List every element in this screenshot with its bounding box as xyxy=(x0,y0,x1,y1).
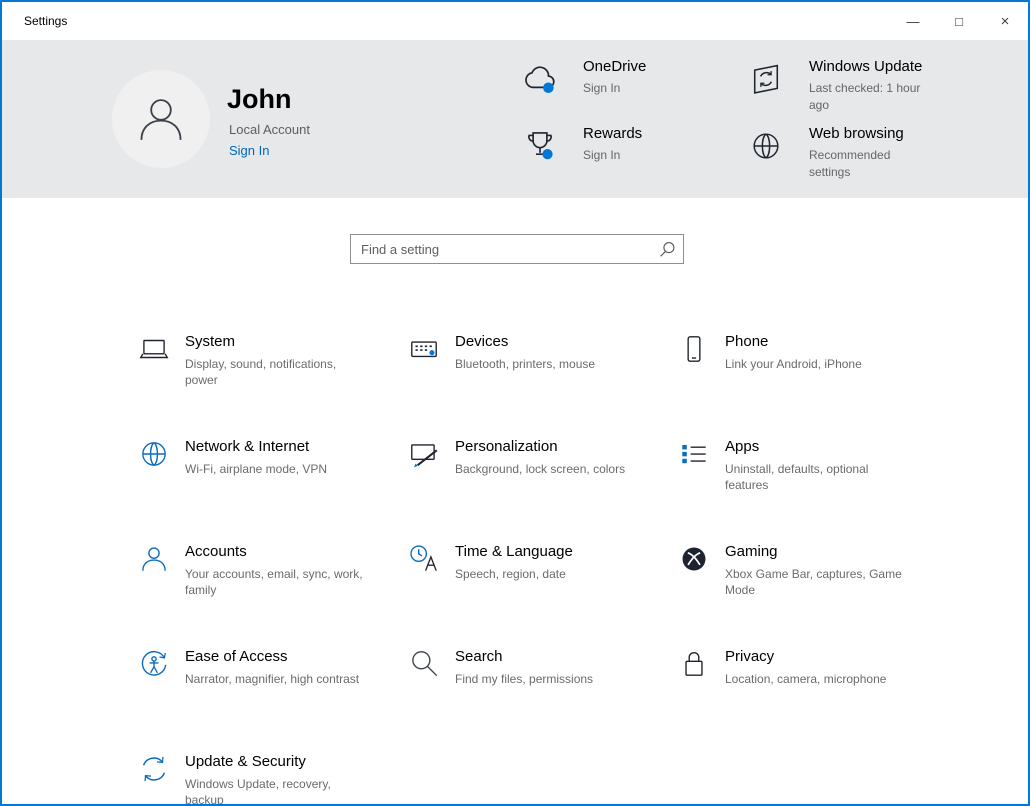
category-title: Gaming xyxy=(725,543,778,560)
quick-link-status: Sign In xyxy=(583,81,621,95)
category-title: Phone xyxy=(725,333,769,350)
category-gaming[interactable]: Gaming Xbox Game Bar, captures, Game Mod… xyxy=(677,534,947,639)
category-title: System xyxy=(185,333,236,350)
category-title: Devices xyxy=(455,333,509,350)
quick-link-web-browsing[interactable]: Web browsing Recommended settings xyxy=(740,125,921,181)
category-devices[interactable]: Devices Bluetooth, printers, mouse xyxy=(407,324,677,429)
find-a-setting-search xyxy=(350,234,684,264)
category-subtitle: Wi-Fi, airplane mode, VPN xyxy=(185,462,328,476)
title-bar: Settings — □ × xyxy=(2,2,1028,40)
category-subtitle: Bluetooth, printers, mouse xyxy=(455,357,596,371)
category-subtitle: Windows Update, recovery, backup xyxy=(185,777,331,806)
category-title: Accounts xyxy=(185,543,247,560)
account-type-label: Local Account xyxy=(229,122,310,137)
category-network-internet[interactable]: Network & Internet Wi-Fi, airplane mode,… xyxy=(137,429,407,534)
quick-link-rewards[interactable]: Rewards Sign In xyxy=(514,125,642,167)
person-avatar-icon xyxy=(140,99,182,140)
onedrive-cloud-icon xyxy=(514,58,566,100)
category-personalization[interactable]: Personalization Background, lock screen,… xyxy=(407,429,677,534)
category-title: Time & Language xyxy=(455,543,573,560)
category-subtitle: Location, camera, microphone xyxy=(725,672,887,686)
category-title: Ease of Access xyxy=(185,648,288,665)
category-subtitle: Display, sound, notifications, power xyxy=(185,357,337,387)
category-subtitle: Your accounts, email, sync, work, family xyxy=(185,567,363,597)
system-icon xyxy=(137,332,171,366)
category-privacy[interactable]: Privacy Location, camera, microphone xyxy=(677,639,947,744)
apps-icon xyxy=(677,437,711,471)
quick-link-status: Recommended settings xyxy=(809,148,891,179)
close-button[interactable]: × xyxy=(982,2,1028,40)
category-update-security[interactable]: Update & Security Windows Update, recove… xyxy=(137,744,407,806)
category-subtitle: Uninstall, defaults, optional features xyxy=(725,462,869,492)
quick-link-title: Web browsing xyxy=(809,125,904,142)
category-title: Update & Security xyxy=(185,753,306,770)
category-title: Apps xyxy=(725,438,760,455)
category-subtitle: Narrator, magnifier, high contrast xyxy=(185,672,360,686)
windows-update-icon xyxy=(740,58,792,100)
quick-link-windows-update[interactable]: Windows Update Last checked: 1 hour ago xyxy=(740,58,922,114)
category-subtitle: Background, lock screen, colors xyxy=(455,462,626,476)
category-apps[interactable]: Apps Uninstall, defaults, optional featu… xyxy=(677,429,947,534)
privacy-lock-icon xyxy=(677,647,711,681)
quick-link-title: Windows Update xyxy=(809,58,923,75)
avatar xyxy=(112,70,210,168)
quick-link-title: OneDrive xyxy=(583,58,647,75)
accounts-person-icon xyxy=(137,542,171,576)
category-ease-of-access[interactable]: Ease of Access Narrator, magnifier, high… xyxy=(137,639,407,744)
update-security-sync-icon xyxy=(137,752,171,786)
settings-category-grid: System Display, sound, notifications, po… xyxy=(137,324,967,806)
window-title: Settings xyxy=(24,14,68,28)
category-subtitle: Speech, region, date xyxy=(455,567,566,581)
search-input[interactable] xyxy=(351,235,683,263)
category-accounts[interactable]: Accounts Your accounts, email, sync, wor… xyxy=(137,534,407,639)
gaming-xbox-icon xyxy=(677,542,711,576)
ease-of-access-icon xyxy=(137,647,171,681)
quick-link-onedrive[interactable]: OneDrive Sign In xyxy=(514,58,646,100)
quick-link-status: Sign In xyxy=(583,148,621,162)
category-phone[interactable]: Phone Link your Android, iPhone xyxy=(677,324,947,429)
category-subtitle: Xbox Game Bar, captures, Game Mode xyxy=(725,567,902,597)
header-hero: John Local Account Sign In OneDrive Sign… xyxy=(2,40,1028,198)
user-name: John xyxy=(227,84,292,114)
phone-icon xyxy=(677,332,711,366)
time-language-clock-icon xyxy=(407,542,441,576)
category-subtitle: Find my files, permissions xyxy=(455,672,594,686)
category-title: Personalization xyxy=(455,438,558,455)
web-browsing-globe-icon xyxy=(740,125,792,167)
category-title: Network & Internet xyxy=(185,438,310,455)
search-magnifier-category-icon xyxy=(407,647,441,681)
category-search[interactable]: Search Find my files, permissions xyxy=(407,639,677,744)
personalization-icon xyxy=(407,437,441,471)
sign-in-link[interactable]: Sign In xyxy=(229,143,269,158)
quick-link-status: Last checked: 1 hour ago xyxy=(809,81,921,112)
category-time-language[interactable]: Time & Language Speech, region, date xyxy=(407,534,677,639)
settings-window: Settings — □ × John Local Account Sign I… xyxy=(0,0,1030,806)
devices-icon xyxy=(407,332,441,366)
category-title: Search xyxy=(455,648,503,665)
rewards-icon xyxy=(514,125,566,167)
category-title: Privacy xyxy=(725,648,775,665)
window-controls: — □ × xyxy=(890,2,1028,40)
minimize-button[interactable]: — xyxy=(890,2,936,40)
network-globe-icon xyxy=(137,437,171,471)
category-subtitle: Link your Android, iPhone xyxy=(725,357,862,371)
category-system[interactable]: System Display, sound, notifications, po… xyxy=(137,324,407,429)
quick-link-title: Rewards xyxy=(583,125,643,142)
maximize-button[interactable]: □ xyxy=(936,2,982,40)
search-magnifier-icon[interactable] xyxy=(659,241,676,258)
